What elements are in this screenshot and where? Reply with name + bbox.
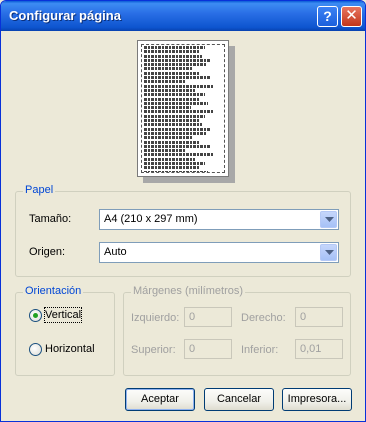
preview-text-line [144, 71, 201, 75]
paper-source-select[interactable]: Auto [99, 242, 339, 263]
right-margin-label: Derecho: [241, 312, 286, 324]
chevron-down-icon[interactable] [320, 211, 337, 228]
left-margin-value: 0 [189, 311, 196, 323]
paper-source-value: Auto [104, 246, 127, 258]
help-button[interactable]: ? [317, 6, 338, 27]
preview-text-line [144, 153, 215, 157]
preview-text-line [144, 144, 210, 148]
preview-text-line [144, 123, 202, 127]
radio-selected-dot [33, 313, 38, 318]
preview-text-line [144, 50, 199, 54]
portrait-radio[interactable] [29, 309, 42, 322]
bottom-margin-label: Inferior: [241, 344, 279, 356]
size-label: Tamaño: [29, 213, 72, 225]
right-margin-field[interactable]: 0 [295, 307, 343, 327]
ok-button[interactable]: Aceptar [125, 388, 195, 411]
preview-text-line [144, 97, 199, 101]
preview-text-line [144, 63, 207, 67]
preview-text-line [144, 46, 205, 49]
preview-text-line [144, 67, 193, 71]
paper-legend: Papel [23, 184, 56, 196]
preview-text-line [144, 58, 212, 62]
preview-text-line [144, 136, 193, 140]
preview-text-line [144, 54, 202, 58]
orientation-group: Orientación [15, 285, 115, 376]
page-setup-dialog: Configurar página ? ✕ Papel Tamaño: A4 (… [0, 0, 366, 422]
preview-text-line [144, 114, 205, 118]
preview-text-line [144, 93, 205, 97]
preview-text-line [144, 131, 207, 135]
preview-text-line [144, 140, 201, 144]
preview-text-line [144, 84, 215, 88]
window-title: Configurar página [9, 8, 121, 23]
preview-text-line [144, 88, 196, 92]
cancel-button[interactable]: Cancelar [204, 388, 274, 411]
preview-text-line [144, 127, 212, 131]
page-preview-text [141, 44, 225, 173]
preview-text-line [144, 170, 208, 172]
source-label: Origen: [29, 246, 66, 258]
title-bar[interactable]: Configurar página ? ✕ [1, 1, 365, 31]
left-margin-label: Izquierdo: [131, 312, 180, 324]
portrait-label[interactable]: Vertical [45, 309, 81, 321]
preview-text-line [144, 101, 208, 105]
paper-size-select[interactable]: A4 (210 x 297 mm) [99, 209, 339, 230]
landscape-radio[interactable] [29, 343, 42, 356]
preview-text-line [144, 162, 205, 166]
preview-text-line [144, 80, 187, 84]
preview-text-line [144, 106, 191, 110]
preview-text-line [144, 110, 213, 114]
close-button[interactable]: ✕ [341, 6, 362, 27]
bottom-margin-value: 0,01 [300, 343, 322, 355]
right-margin-value: 0 [300, 311, 307, 323]
left-margin-field[interactable]: 0 [184, 307, 232, 327]
page-preview [137, 40, 229, 177]
preview-text-line [144, 157, 196, 161]
preview-text-line [144, 119, 199, 123]
top-margin-label: Superior: [131, 344, 176, 356]
bottom-margin-field[interactable]: 0,01 [295, 339, 343, 359]
preview-text-line [144, 76, 210, 80]
chevron-down-icon[interactable] [320, 244, 337, 261]
margins-legend: Márgenes (milímetros) [131, 285, 246, 297]
top-margin-field[interactable]: 0 [184, 339, 232, 359]
printer-button[interactable]: Impresora... [282, 388, 352, 411]
margins-group: Márgenes (milímetros) [123, 285, 351, 376]
preview-text-line [144, 166, 199, 170]
orientation-legend: Orientación [23, 285, 84, 297]
paper-size-value: A4 (210 x 297 mm) [104, 213, 198, 225]
preview-text-line [144, 149, 187, 153]
top-margin-value: 0 [189, 343, 196, 355]
paper-group: Papel [15, 184, 351, 277]
landscape-label[interactable]: Horizontal [45, 343, 95, 355]
